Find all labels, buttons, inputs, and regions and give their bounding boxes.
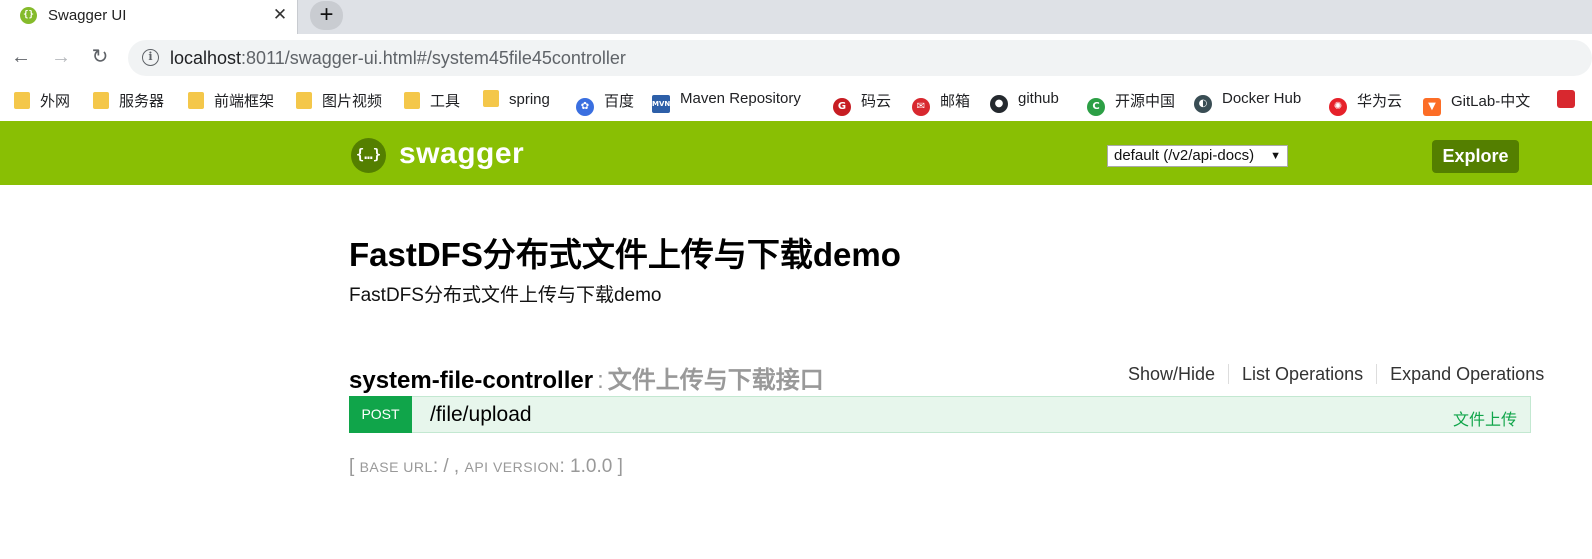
api-footer: [ BASE URL: / , API VERSION: 1.0.0 ] (349, 456, 623, 478)
folder-icon (404, 92, 420, 109)
divider (1228, 364, 1230, 384)
bookmark-label: github (1018, 90, 1059, 107)
operation-post-file-upload[interactable]: POST /file/upload 文件上传 (349, 396, 1531, 433)
bookmark-label: 图片视频 (322, 93, 383, 110)
bookmark-item[interactable]: 外网 (14, 90, 70, 110)
baidu-icon: ✿ (576, 98, 594, 116)
gitee-icon: G (833, 98, 851, 116)
folder-icon (483, 90, 499, 107)
folder-icon (14, 92, 30, 109)
bookmark-item[interactable]: G 码云 (833, 90, 892, 116)
bookmark-item[interactable]: ● github (990, 90, 1059, 113)
resource-separator: : (597, 367, 604, 394)
folder-icon (93, 92, 109, 109)
resource-operations: Show/Hide List Operations Expand Operation… (1120, 364, 1552, 386)
bookmark-item-partial[interactable] (1557, 90, 1585, 110)
api-description: FastDFS分布式文件上传与下载demo (349, 285, 662, 306)
bookmark-item[interactable]: ✺ 华为云 (1329, 90, 1403, 116)
bookmark-overflow-icon (1557, 90, 1575, 108)
api-title: FastDFS分布式文件上传与下载demo (349, 236, 901, 273)
bookmark-label: 码云 (861, 93, 892, 110)
bookmark-item[interactable]: ✉ 邮箱 (912, 90, 971, 116)
folder-icon (296, 92, 312, 109)
api-version-label: API VERSION (464, 459, 560, 475)
bookmark-label: spring (509, 91, 550, 108)
bookmark-item[interactable]: 服务器 (93, 90, 164, 110)
resource-description: 文件上传与下载接口 (607, 367, 824, 394)
bookmark-item[interactable]: ✿ 百度 (576, 90, 635, 116)
close-tab-icon[interactable]: ✕ (270, 5, 290, 25)
divider (1376, 364, 1378, 384)
bookmark-label: 开源中国 (1115, 93, 1176, 110)
bookmark-item[interactable]: ◐ Docker Hub (1194, 90, 1302, 113)
http-method-badge[interactable]: POST (349, 396, 412, 433)
bookmark-label: 外网 (40, 93, 71, 110)
bookmark-label: 服务器 (119, 93, 165, 110)
show-hide-link[interactable]: Show/Hide (1120, 364, 1223, 384)
huawei-icon: ✺ (1329, 98, 1347, 116)
docker-icon: ◐ (1194, 95, 1212, 113)
bookmark-item[interactable]: 前端框架 (188, 90, 274, 110)
bookmark-item[interactable]: MVN Maven Repository (652, 90, 801, 113)
url-text[interactable]: localhost:8011/swagger-ui.html#/system45… (170, 48, 626, 69)
base-url-label: BASE URL (359, 459, 433, 475)
resource-name[interactable]: system-file-controller (349, 367, 593, 394)
swagger-logo-icon: {…} (351, 138, 386, 173)
bookmark-item[interactable]: C 开源中国 (1087, 90, 1176, 116)
gitlab-icon: ▼ (1423, 98, 1441, 116)
mail-icon: ✉ (912, 98, 930, 116)
bookmark-label: 邮箱 (940, 93, 971, 110)
resource-heading[interactable]: system-file-controller: 文件上传与下载接口 (349, 360, 824, 395)
url-host: localhost (170, 48, 242, 68)
bookmark-item[interactable]: 图片视频 (296, 90, 382, 110)
bookmark-label: Docker Hub (1222, 90, 1302, 107)
folder-icon (188, 92, 204, 109)
explore-button[interactable]: Explore (1432, 140, 1519, 173)
browser-toolbar: ← → ↻ i localhost:8011/swagger-ui.html#/… (0, 34, 1592, 80)
tab-strip: {} Swagger UI ✕ + (0, 0, 1592, 34)
swagger-brand: swagger (399, 137, 525, 170)
footer-bracket-open: [ (349, 456, 355, 477)
new-tab-button[interactable]: + (310, 1, 343, 30)
bookmark-item[interactable]: ▼ GitLab-中文 (1423, 90, 1531, 116)
operation-summary[interactable]: 文件上传 (1453, 406, 1517, 430)
spec-select[interactable]: default (/v2/api-docs) ▼ (1107, 145, 1288, 167)
swagger-header: {…} swagger default (/v2/api-docs) ▼ Exp… (0, 121, 1592, 185)
api-version-value: : 1.0.0 (559, 456, 613, 477)
reload-icon[interactable]: ↻ (87, 44, 113, 70)
address-bar[interactable]: i localhost:8011/swagger-ui.html#/system… (128, 40, 1592, 76)
bookmark-label: 华为云 (1357, 93, 1403, 110)
bookmark-label: Maven Repository (680, 90, 801, 107)
base-url-value: : / , (432, 456, 460, 477)
swagger-favicon-icon: {} (20, 7, 37, 24)
list-operations-link[interactable]: List Operations (1234, 364, 1371, 384)
bookmark-label: 前端框架 (214, 93, 275, 110)
oschina-icon: C (1087, 98, 1105, 116)
bookmarks-bar: 外网 服务器 前端框架 图片视频 工具 spring ✿ 百度 MVN Maven … (0, 80, 1592, 120)
operation-path[interactable]: /file/upload (430, 403, 532, 427)
expand-operations-link[interactable]: Expand Operations (1382, 364, 1552, 384)
spec-select-value: default (/v2/api-docs) (1114, 147, 1255, 164)
bookmark-label: 百度 (604, 93, 635, 110)
url-path: :8011/swagger-ui.html#/system45file45con… (241, 48, 626, 68)
maven-icon: MVN (652, 95, 670, 113)
browser-tab[interactable]: {} Swagger UI ✕ (0, 0, 298, 34)
dropdown-caret-icon: ▼ (1270, 150, 1281, 162)
back-arrow-icon[interactable]: ← (8, 44, 34, 70)
forward-arrow-icon[interactable]: → (48, 44, 74, 70)
bookmark-label: GitLab-中文 (1451, 93, 1531, 110)
tab-title: Swagger UI (48, 7, 127, 24)
bookmark-label: 工具 (430, 93, 461, 110)
github-icon: ● (990, 95, 1008, 113)
footer-bracket-close: ] (617, 456, 623, 477)
bookmark-item[interactable]: spring (483, 90, 550, 110)
bookmark-item[interactable]: 工具 (404, 90, 460, 110)
site-info-icon[interactable]: i (142, 49, 159, 66)
